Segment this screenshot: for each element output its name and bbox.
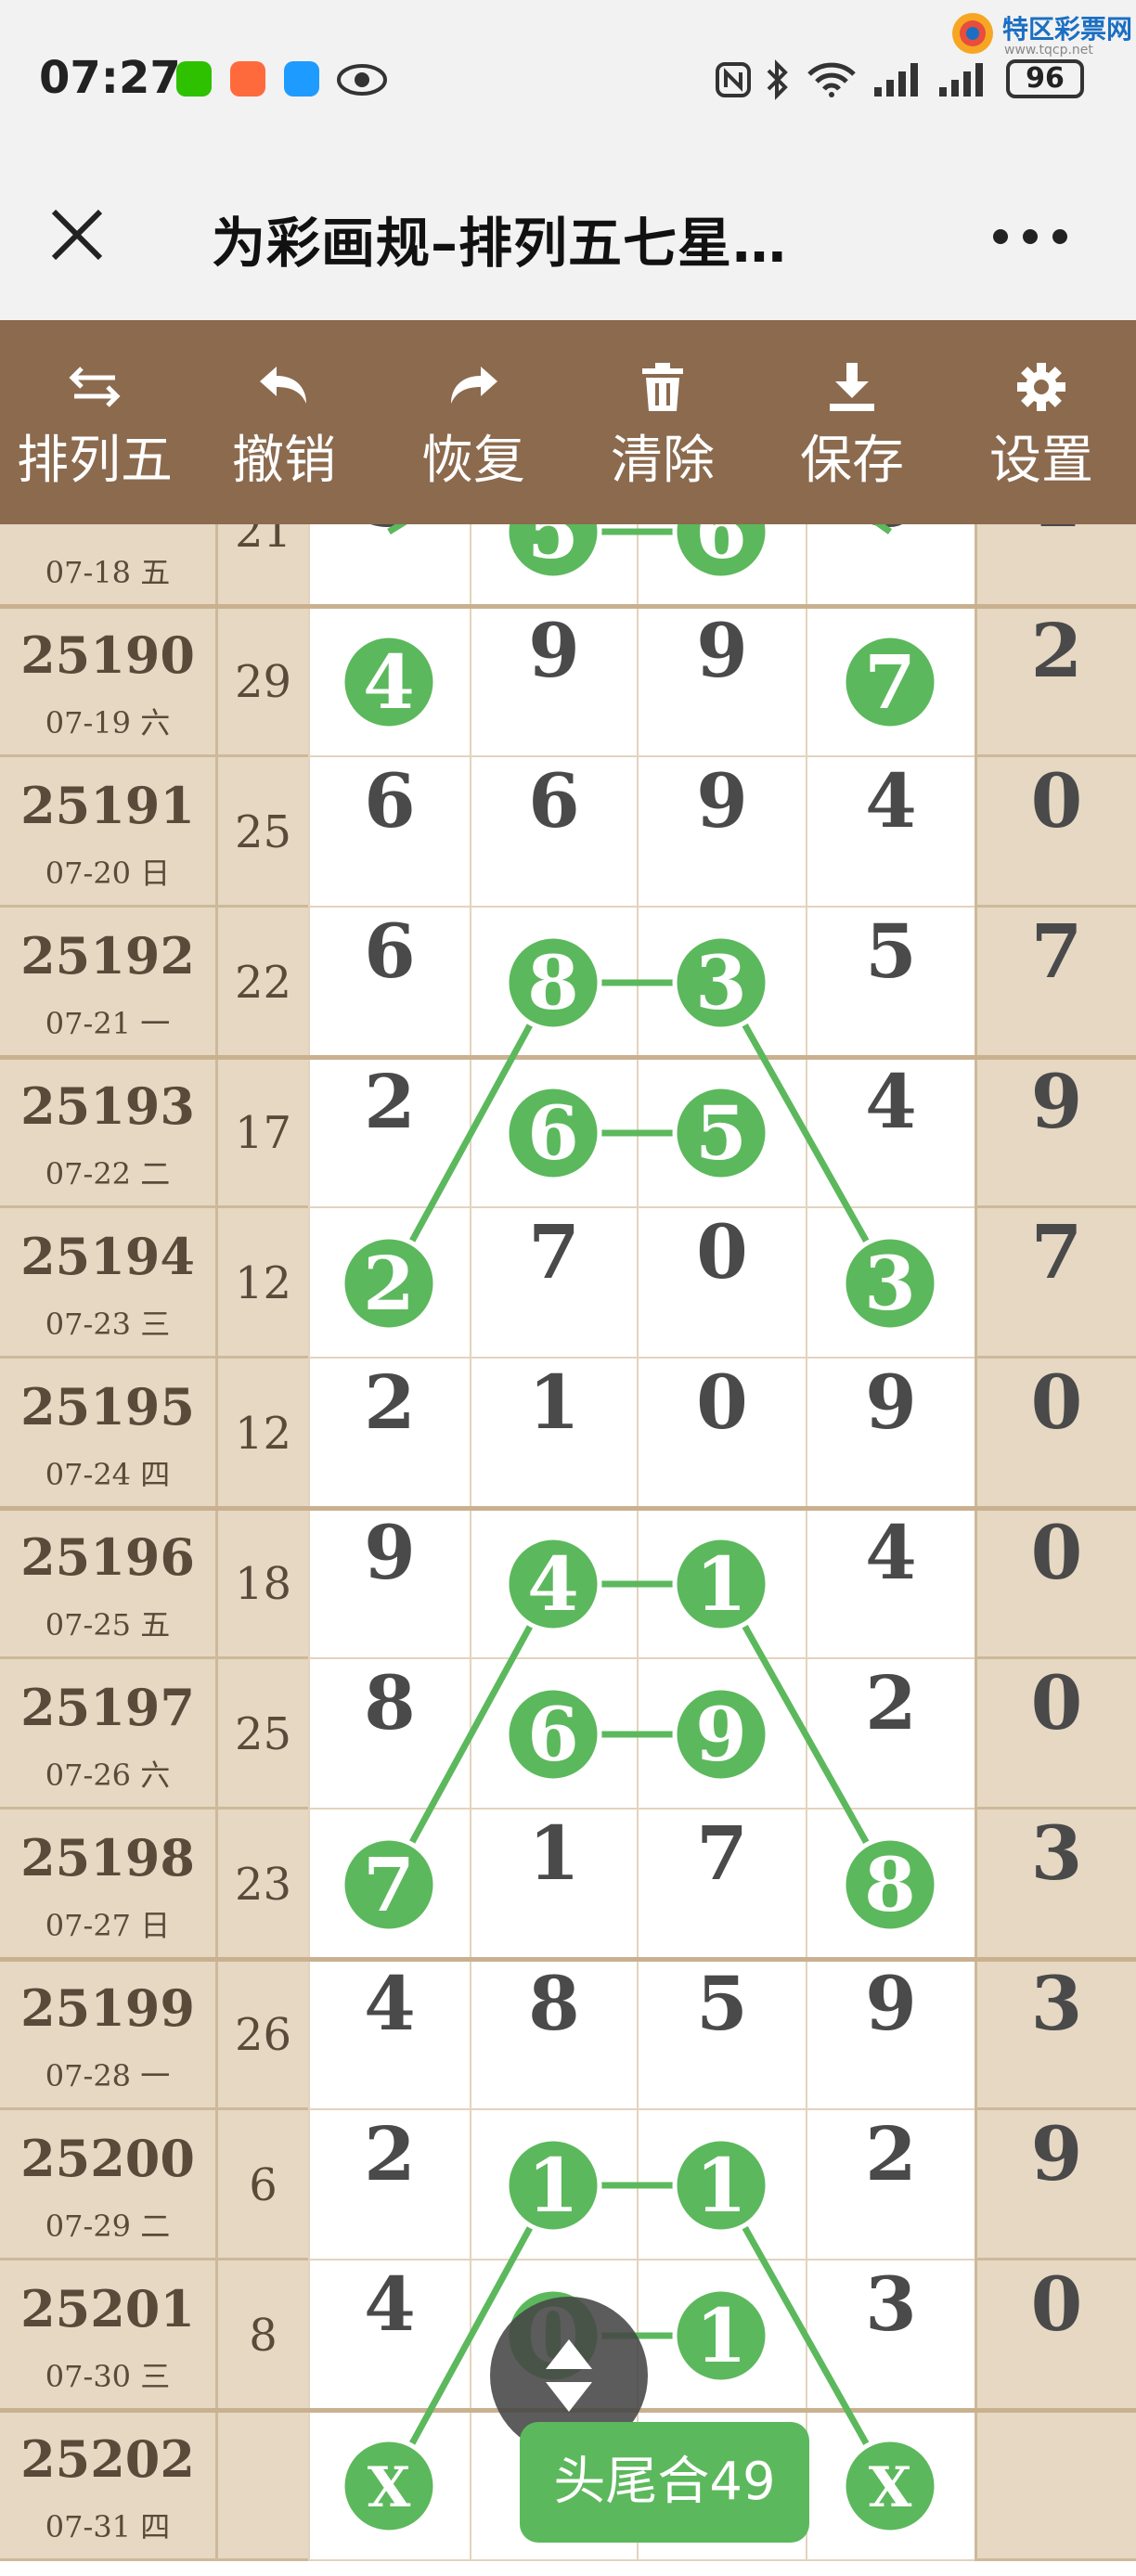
selected-number-ball[interactable]: 1 bbox=[672, 2136, 770, 2235]
selected-number-ball[interactable]: 4 bbox=[340, 633, 438, 731]
undo-icon bbox=[260, 367, 306, 404]
ball-digit: 8 bbox=[527, 939, 579, 1026]
redo-label: 恢复 bbox=[421, 431, 525, 491]
toolbar: 排列五 撤销 恢复 清除 保存 设置 bbox=[0, 320, 1136, 524]
save-button[interactable]: 保存 bbox=[757, 320, 947, 524]
ball-digit: 2 bbox=[363, 1240, 415, 1327]
selected-number-ball[interactable]: 6 bbox=[504, 1084, 602, 1182]
download-icon bbox=[830, 363, 874, 411]
trash-icon bbox=[642, 363, 683, 411]
selected-number-ball[interactable]: 9 bbox=[672, 1685, 770, 1784]
selected-number-ball[interactable]: 8 bbox=[504, 934, 602, 1032]
ball-digit: 8 bbox=[864, 1841, 916, 1928]
status-bar: 07:27 96 特区彩票网 www.tqcp.net bbox=[0, 0, 1136, 162]
ball-digit: 3 bbox=[695, 939, 747, 1026]
ball-digit: 1 bbox=[695, 2142, 747, 2229]
battery-indicator: 96 bbox=[1006, 59, 1084, 98]
settings-label: 设置 bbox=[989, 431, 1093, 491]
ball-digit: X bbox=[869, 2455, 912, 2520]
pattern-overlay: 56478365234169781101XX bbox=[340, 524, 939, 2535]
selected-number-ball[interactable]: 5 bbox=[672, 1084, 770, 1182]
ball-digit: 1 bbox=[695, 2292, 747, 2379]
swap-icon bbox=[69, 367, 121, 407]
ball-digit: 4 bbox=[527, 1540, 579, 1628]
nfc-icon bbox=[715, 61, 752, 102]
title-bar: 为彩画规–排列五七星… bbox=[0, 162, 1136, 320]
status-time: 07:27 bbox=[39, 52, 181, 104]
wechat-icon bbox=[176, 61, 212, 97]
selected-number-ball[interactable]: X bbox=[841, 2437, 939, 2535]
selected-number-ball[interactable]: 7 bbox=[841, 633, 939, 731]
close-icon[interactable] bbox=[46, 204, 108, 269]
lottery-switch-label: 排列五 bbox=[17, 431, 173, 491]
ball-digit: 6 bbox=[527, 1691, 579, 1778]
selected-number-ball[interactable]: 1 bbox=[504, 2136, 602, 2235]
redo-icon bbox=[451, 367, 497, 404]
lottery-switch-button[interactable]: 排列五 bbox=[0, 320, 189, 524]
ball-digit: 4 bbox=[363, 638, 415, 726]
selected-number-ball[interactable]: 8 bbox=[841, 1835, 939, 1934]
selected-number-ball[interactable]: X bbox=[340, 2437, 438, 2535]
clear-button[interactable]: 清除 bbox=[568, 320, 757, 524]
more-icon[interactable] bbox=[991, 227, 1069, 250]
eye-icon bbox=[336, 63, 388, 100]
page-title: 为彩画规–排列五七星… bbox=[212, 212, 788, 275]
watermark-url: www.tqcp.net bbox=[1004, 43, 1093, 58]
signal-icon-2 bbox=[937, 61, 989, 102]
selected-number-ball[interactable]: 1 bbox=[672, 1535, 770, 1633]
clear-label: 清除 bbox=[611, 431, 715, 491]
save-label: 保存 bbox=[800, 431, 904, 491]
selected-number-ball[interactable]: 1 bbox=[672, 2286, 770, 2385]
ball-digit: 7 bbox=[363, 1841, 415, 1928]
message-icon bbox=[284, 61, 319, 97]
ball-digit: 6 bbox=[695, 524, 747, 575]
signal-icon bbox=[872, 61, 924, 102]
selected-number-ball[interactable]: 4 bbox=[504, 1535, 602, 1633]
redo-button[interactable]: 恢复 bbox=[379, 320, 568, 524]
app-notification-icon bbox=[230, 61, 265, 97]
selected-number-ball[interactable]: 6 bbox=[672, 524, 770, 581]
settings-button[interactable]: 设置 bbox=[947, 320, 1136, 524]
ball-digit: 1 bbox=[695, 1540, 747, 1628]
undo-button[interactable]: 撤销 bbox=[189, 320, 379, 524]
ball-digit: 9 bbox=[695, 1691, 747, 1778]
selected-number-ball[interactable]: 7 bbox=[340, 1835, 438, 1934]
selected-number-ball[interactable]: 6 bbox=[504, 1685, 602, 1784]
watermark-site: 特区彩票网 bbox=[1002, 14, 1133, 45]
selected-number-ball[interactable]: 5 bbox=[504, 524, 602, 581]
undo-label: 撤销 bbox=[232, 431, 336, 491]
ball-digit: X bbox=[368, 2455, 411, 2520]
wifi-icon bbox=[806, 61, 858, 102]
ball-digit: 1 bbox=[527, 2142, 579, 2229]
ball-digit: 3 bbox=[864, 1240, 916, 1327]
selected-number-ball[interactable]: 3 bbox=[841, 1234, 939, 1333]
ball-digit: 7 bbox=[864, 638, 916, 726]
bluetooth-icon bbox=[763, 59, 791, 104]
ball-digit: 6 bbox=[527, 1089, 579, 1177]
draw-history-grid[interactable]: 2518907-18 五215512519007-19 六29992251910… bbox=[0, 524, 1136, 2576]
selected-number-ball[interactable]: 2 bbox=[340, 1234, 438, 1333]
ball-digit: 5 bbox=[527, 524, 579, 575]
ball-digit: 5 bbox=[695, 1089, 747, 1177]
watermark-logo-icon bbox=[949, 9, 997, 61]
head-tail-sum-badge[interactable]: 头尾合49 bbox=[520, 2422, 809, 2543]
selected-number-ball[interactable]: 3 bbox=[672, 934, 770, 1032]
gear-icon bbox=[1017, 363, 1065, 411]
